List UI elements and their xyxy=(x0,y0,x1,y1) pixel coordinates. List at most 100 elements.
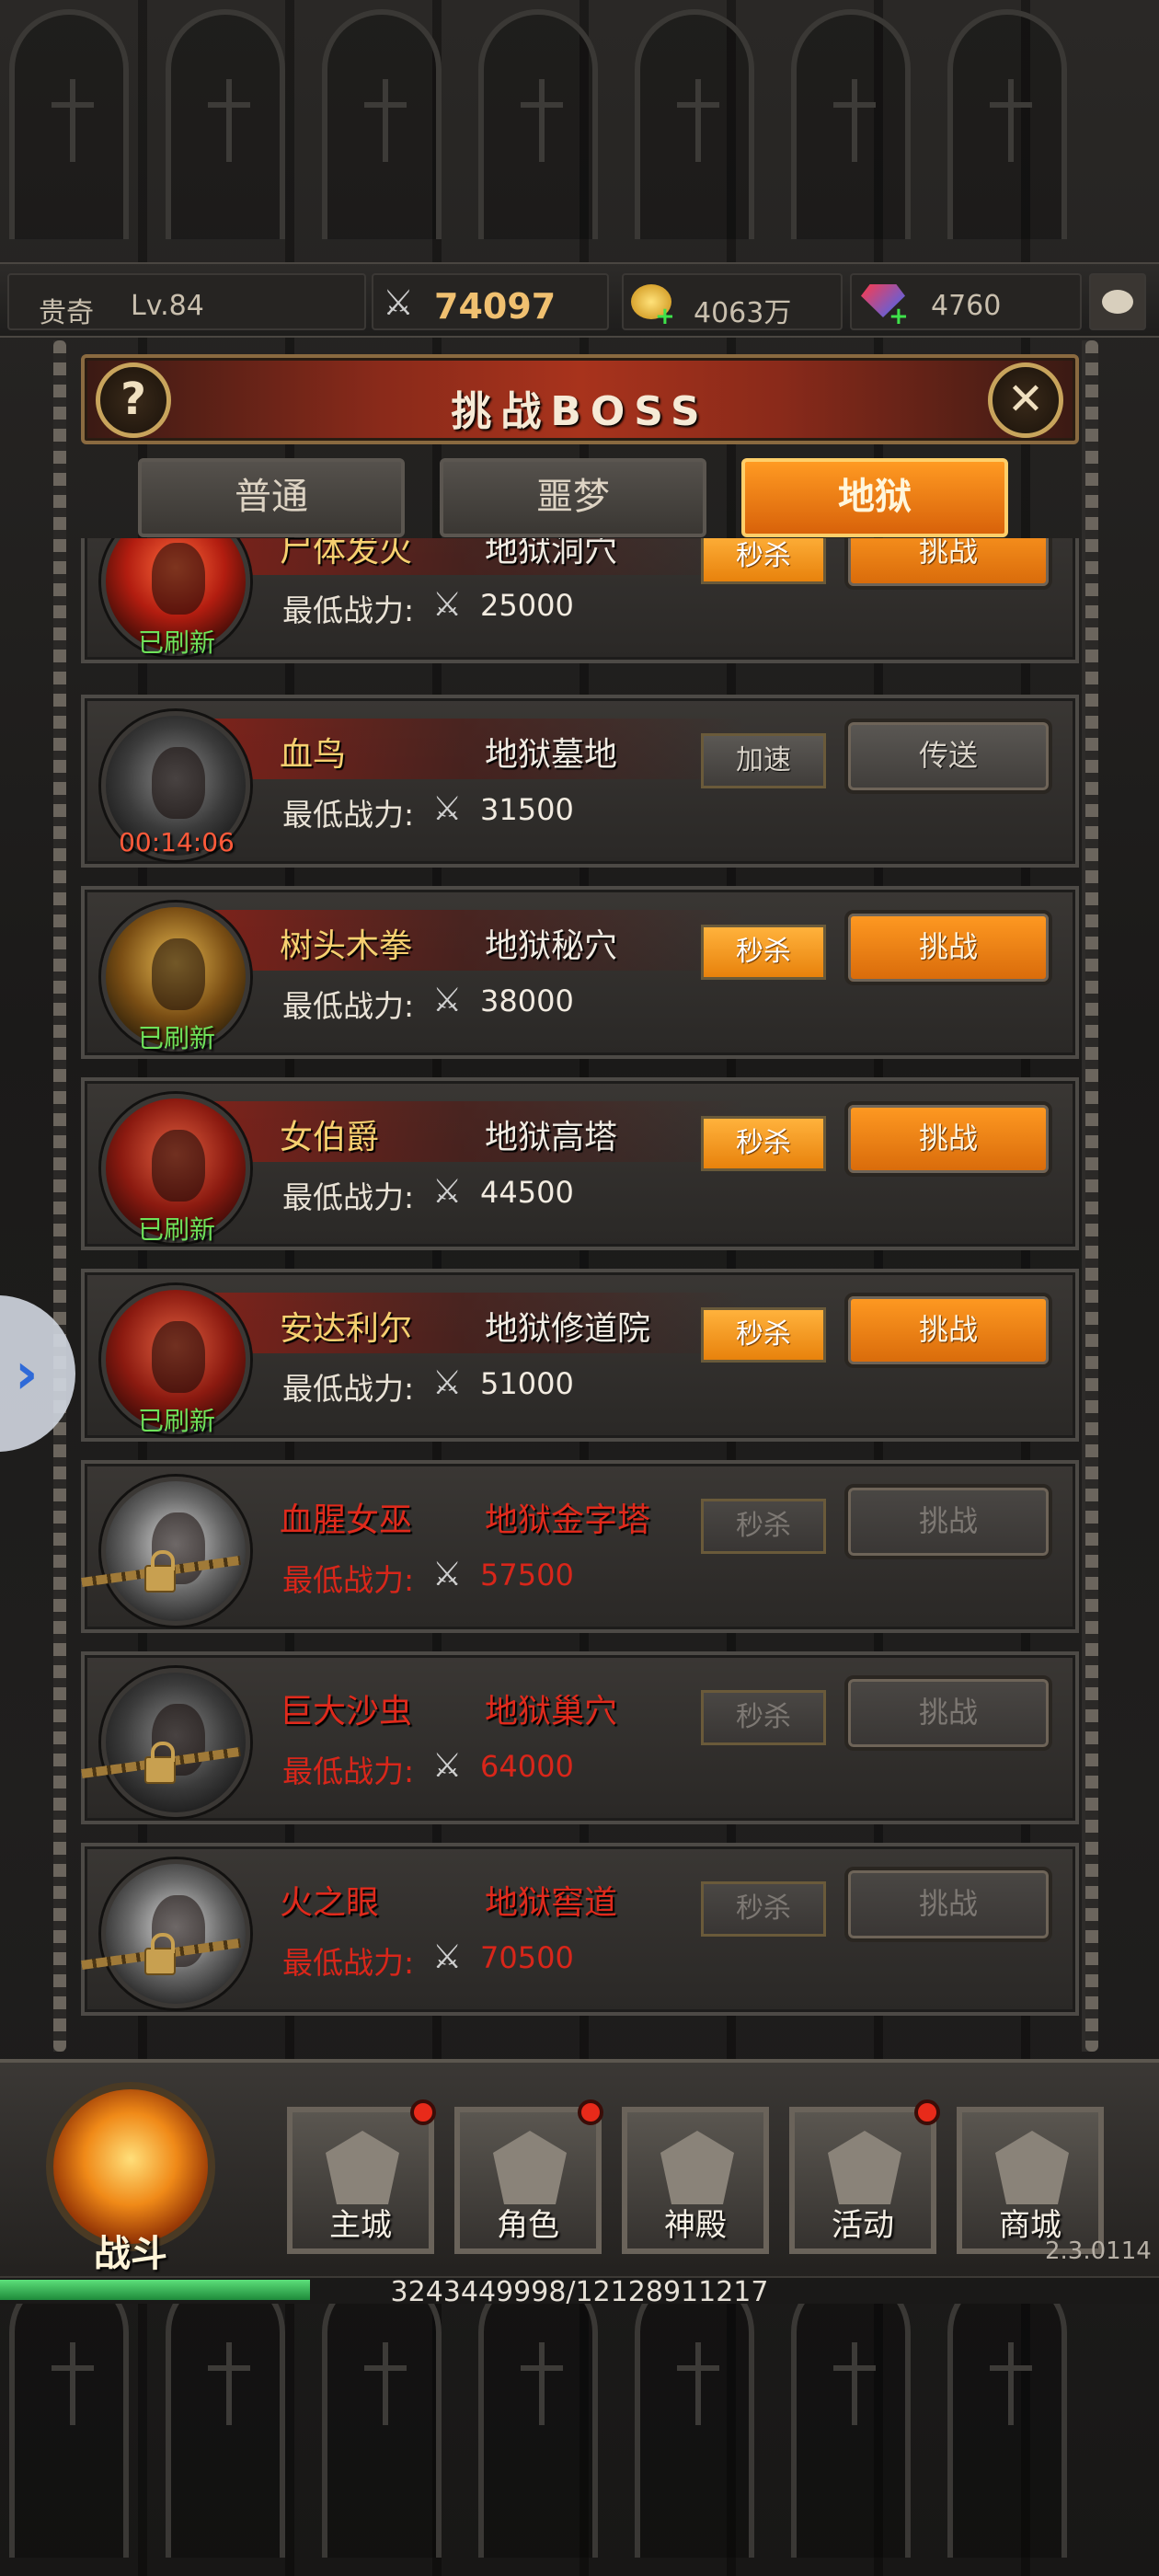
min-power-value: 25000 xyxy=(480,588,574,623)
fight-label: 战斗 xyxy=(94,2233,167,2275)
challenge-button[interactable]: 挑战 xyxy=(844,1101,1052,1177)
min-power-value: 38000 xyxy=(480,983,574,1018)
boss-list[interactable]: 已刷新 尸体发火 地狱洞穴 最低战力: ⚔ 25000 秒杀 挑战 00:14:… xyxy=(81,538,1079,2052)
boss-name: 尸体发火 xyxy=(280,538,413,569)
boss-location: 地狱修道院 xyxy=(485,1310,651,1348)
crossed-swords-icon: ⚔ xyxy=(432,1364,463,1402)
crossed-swords-icon: ⚔ xyxy=(432,790,463,828)
boss-portrait[interactable] xyxy=(101,1859,250,2008)
min-power-label: 最低战力: xyxy=(282,1754,415,1789)
nav-temple[interactable]: 神殿 xyxy=(622,2107,769,2254)
boss-status: 已刷新 xyxy=(137,1406,215,1436)
min-power-label: 最低战力: xyxy=(282,1945,415,1981)
boss-location: 地狱金字塔 xyxy=(485,1501,651,1539)
quick-kill-button[interactable]: 秒杀 xyxy=(701,925,826,980)
quick-kill-button[interactable]: 秒杀 xyxy=(701,1307,826,1363)
lock-icon xyxy=(144,1742,176,1784)
challenge-button[interactable]: 挑战 xyxy=(844,1867,1052,1942)
resource-bar: 贵奇 Lv.84 ⚔ 74097 + 4063万 + 4760 xyxy=(0,262,1159,338)
gold-display[interactable]: + 4063万 xyxy=(622,273,843,330)
quick-kill-button[interactable]: 秒杀 xyxy=(701,538,826,584)
chat-button[interactable] xyxy=(1089,273,1146,330)
boss-row: 已刷新 尸体发火 地狱洞穴 最低战力: ⚔ 25000 秒杀 挑战 xyxy=(81,538,1079,663)
boss-name: 血鸟 xyxy=(280,736,347,774)
banner-icon xyxy=(828,2131,901,2204)
nav-label: 神殿 xyxy=(664,2207,727,2244)
tab-normal[interactable]: 普通 xyxy=(138,458,405,537)
nav-character[interactable]: 角色 xyxy=(454,2107,602,2254)
boss-location: 地狱窖道 xyxy=(485,1884,618,1922)
lock-icon xyxy=(144,1550,176,1593)
tab-nightmare[interactable]: 噩梦 xyxy=(440,458,706,537)
speed-up-button[interactable]: 加速 xyxy=(701,733,826,788)
lock-icon xyxy=(144,1933,176,1975)
right-chain xyxy=(1085,340,1098,2052)
min-power-label: 最低战力: xyxy=(282,1562,415,1598)
player-info[interactable]: 贵奇 Lv.84 xyxy=(7,273,366,330)
min-power-label: 最低战力: xyxy=(282,1179,415,1215)
min-power-label: 最低战力: xyxy=(282,1371,415,1407)
helmet-icon xyxy=(493,2131,567,2204)
boss-row: 00:14:06 血鸟 地狱墓地 最低战力: ⚔ 31500 加速 传送 xyxy=(81,695,1079,868)
player-name: 贵奇 xyxy=(39,297,94,329)
respawn-timer: 00:14:06 xyxy=(119,827,235,857)
min-power-label: 最低战力: xyxy=(282,797,415,833)
tab-hell[interactable]: 地狱 xyxy=(741,458,1008,537)
boss-name: 血腥女巫 xyxy=(280,1501,413,1539)
add-gold-icon[interactable]: + xyxy=(655,303,675,330)
boss-row: 已刷新 树头木拳 地狱秘穴 最低战力: ⚔ 38000 秒杀 挑战 xyxy=(81,886,1079,1059)
challenge-button[interactable]: 挑战 xyxy=(844,910,1052,985)
teleport-button[interactable]: 传送 xyxy=(844,719,1052,794)
quick-kill-button[interactable]: 秒杀 xyxy=(701,1690,826,1745)
boss-location: 地狱墓地 xyxy=(485,736,618,774)
boss-row-locked: 火之眼 地狱窖道 最低战力: ⚔ 70500 秒杀 挑战 xyxy=(81,1843,1079,2016)
boss-name: 火之眼 xyxy=(280,1884,380,1922)
close-button[interactable]: ✕ xyxy=(988,362,1063,438)
quick-kill-button[interactable]: 秒杀 xyxy=(701,1499,826,1554)
boss-name: 巨大沙虫 xyxy=(280,1693,413,1731)
panel-header: 挑战BOSS xyxy=(81,354,1079,444)
boss-location: 地狱高塔 xyxy=(485,1119,618,1156)
gold-value: 4063万 xyxy=(694,297,792,329)
min-power-label: 最低战力: xyxy=(282,988,415,1024)
nav-activity[interactable]: 活动 xyxy=(789,2107,936,2254)
boss-status: 已刷新 xyxy=(137,1023,215,1053)
boss-portrait[interactable] xyxy=(101,1668,250,1817)
notification-badge xyxy=(410,2099,436,2125)
chevron-right-icon: › xyxy=(15,1340,39,1407)
gem-value: 4760 xyxy=(931,290,1002,322)
boss-location: 地狱秘穴 xyxy=(485,927,618,965)
crossed-swords-icon: ⚔ xyxy=(432,1173,463,1211)
challenge-button[interactable]: 挑战 xyxy=(844,1675,1052,1751)
challenge-button[interactable]: 挑战 xyxy=(844,1484,1052,1559)
boss-status: 已刷新 xyxy=(137,1214,215,1245)
quick-kill-button[interactable]: 秒杀 xyxy=(701,1881,826,1937)
min-power-value: 44500 xyxy=(480,1175,574,1210)
help-button[interactable]: ? xyxy=(96,362,171,438)
crossed-swords-icon: ⚔ xyxy=(432,1938,463,1976)
chat-icon xyxy=(1102,290,1133,314)
min-power-label: 最低战力: xyxy=(282,592,415,628)
nav-main-city[interactable]: 主城 xyxy=(287,2107,434,2254)
crossed-swords-icon: ⚔ xyxy=(432,982,463,1019)
challenge-button[interactable]: 挑战 xyxy=(844,1293,1052,1368)
fight-button[interactable]: 战斗 xyxy=(39,2075,223,2277)
player-level: Lv.84 xyxy=(131,290,204,322)
crossed-swords-icon: ⚔ xyxy=(432,1747,463,1785)
boss-name: 安达利尔 xyxy=(280,1310,413,1348)
power-display: ⚔ 74097 xyxy=(372,273,609,330)
min-power-value: 70500 xyxy=(480,1940,574,1975)
gem-display[interactable]: + 4760 xyxy=(850,273,1082,330)
crossed-swords-icon: ⚔ xyxy=(383,282,415,323)
add-gem-icon[interactable]: + xyxy=(889,303,909,330)
nav-shop[interactable]: 商城 xyxy=(957,2107,1104,2254)
boss-status: 已刷新 xyxy=(137,627,215,658)
notification-badge xyxy=(914,2099,940,2125)
challenge-button[interactable]: 挑战 xyxy=(844,538,1052,590)
version-text: 2.3.0114 xyxy=(1045,2237,1152,2265)
quick-kill-button[interactable]: 秒杀 xyxy=(701,1116,826,1171)
notification-badge xyxy=(578,2099,603,2125)
exp-text: 3243449998/12128911217 xyxy=(390,2276,769,2308)
boss-portrait[interactable] xyxy=(101,1477,250,1626)
min-power-value: 51000 xyxy=(480,1366,574,1401)
